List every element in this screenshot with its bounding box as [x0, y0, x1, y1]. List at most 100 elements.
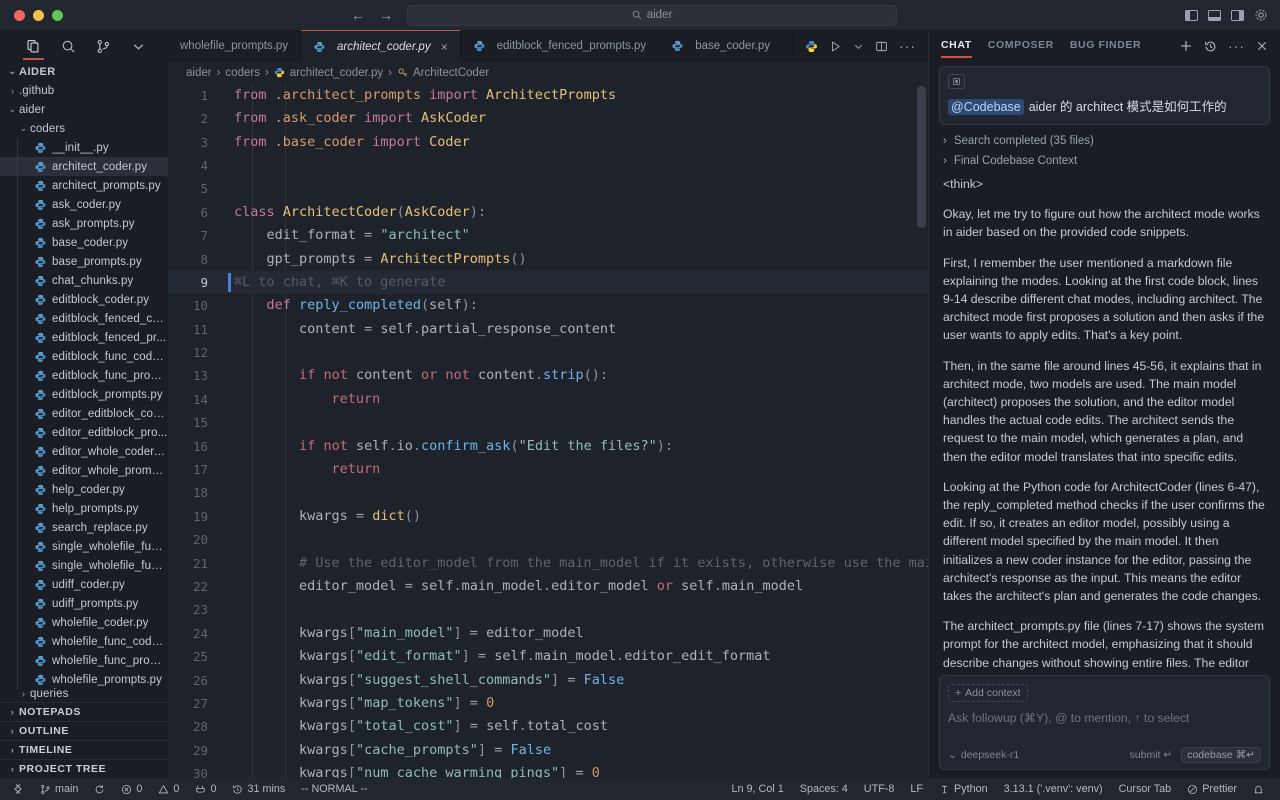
new-chat-icon[interactable]	[1179, 39, 1193, 53]
tree-file[interactable]: editor_whole_prompt...	[0, 461, 168, 480]
final-codebase-context-collapsible[interactable]: › Final Codebase Context	[929, 151, 1280, 171]
tree-file[interactable]: editor_whole_coder.py	[0, 442, 168, 461]
chevron-down-icon[interactable]: ⌄	[17, 123, 30, 134]
search-completed-collapsible[interactable]: › Search completed (35 files)	[929, 131, 1280, 151]
close-window-button[interactable]	[14, 9, 25, 21]
tab-composer[interactable]: COMPOSER	[988, 39, 1054, 53]
close-tab-icon[interactable]: ×	[441, 40, 448, 54]
tree-folder[interactable]: ⌄ coders	[0, 119, 168, 138]
status-item-lf[interactable]: LF	[902, 783, 931, 795]
code-line[interactable]: 6 class ArchitectCoder(AskCoder):	[168, 201, 928, 224]
gear-icon[interactable]	[1254, 8, 1268, 22]
tree-file[interactable]: single_wholefile_func...	[0, 537, 168, 556]
breadcrumb-item-2[interactable]: architect_coder.py	[290, 67, 383, 79]
code-line[interactable]: 4	[168, 154, 928, 177]
status-item-bell-icon[interactable]	[1245, 784, 1272, 795]
status-item-ln-9-col-1[interactable]: Ln 9, Col 1	[728, 783, 792, 795]
submit-button[interactable]: submit ↵	[1130, 749, 1173, 761]
activity-bar[interactable]	[0, 30, 168, 62]
status-item-3-13-1-venv-venv[interactable]: 3.13.1 ('.venv': venv)	[996, 783, 1111, 795]
status-item-branch-icon[interactable]: main	[32, 783, 86, 795]
code-line[interactable]: 11 content = self.partial_response_conte…	[168, 318, 928, 341]
tree-file[interactable]: architect_prompts.py	[0, 176, 168, 195]
status-item-sync-icon[interactable]	[86, 784, 113, 795]
context-chip-icon[interactable]	[948, 74, 965, 89]
chevron-down-icon[interactable]: ⌄	[6, 104, 19, 115]
status-bar[interactable]: main 0 0 0 31 mins -- NORMAL -- Ln 9, Col 1 Sp…	[0, 778, 1280, 800]
navigation-arrows[interactable]: ← →	[351, 8, 393, 22]
code-line[interactable]: 15	[168, 411, 928, 434]
code-editor[interactable]: 1 from .architect_prompts import Architec…	[168, 83, 928, 778]
code-line[interactable]: 1 from .architect_prompts import Architec…	[168, 84, 928, 107]
code-line[interactable]: 20	[168, 528, 928, 551]
scrollbar-thumb[interactable]	[917, 85, 926, 228]
toggle-secondary-sidebar-icon[interactable]	[1231, 9, 1244, 21]
model-selector[interactable]: ⌄ deepseek-r1	[948, 749, 1019, 761]
breadcrumb-item-1[interactable]: coders	[225, 67, 260, 79]
tab-bug-finder[interactable]: BUG FINDER	[1070, 39, 1141, 53]
tree-file[interactable]: editblock_coder.py	[0, 290, 168, 309]
code-line[interactable]: 24 kwargs["main_model"] = editor_model	[168, 622, 928, 645]
codebase-mention[interactable]: @Codebase	[948, 99, 1024, 115]
code-line[interactable]: 2 from .ask_coder import AskCoder	[168, 107, 928, 130]
breadcrumb-item-3[interactable]: ArchitectCoder	[413, 67, 489, 79]
window-controls[interactable]	[0, 9, 63, 21]
tree-file[interactable]: base_coder.py	[0, 233, 168, 252]
code-line[interactable]: 16 if not self.io.confirm_ask("Edit the …	[168, 435, 928, 458]
code-line[interactable]: 14 return	[168, 388, 928, 411]
tree-file[interactable]: editblock_func_prom...	[0, 366, 168, 385]
tree-file[interactable]: search_replace.py	[0, 518, 168, 537]
status-item-ports-icon[interactable]: 0	[187, 783, 224, 795]
search-icon[interactable]	[61, 39, 76, 54]
tree-file[interactable]: chat_chunks.py	[0, 271, 168, 290]
sidebar-panel-notepads[interactable]: › NOTEPADS	[0, 702, 168, 721]
sidebar-panel-timeline[interactable]: › TIMELINE	[0, 740, 168, 759]
tree-file[interactable]: help_coder.py	[0, 480, 168, 499]
tree-file[interactable]: wholefile_prompts.py	[0, 670, 168, 689]
tree-file[interactable]: editblock_fenced_pr...	[0, 328, 168, 347]
status-item-cursor-tab[interactable]: Cursor Tab	[1111, 783, 1180, 795]
tree-folder[interactable]: ⌄ aider	[0, 100, 168, 119]
editor-tab-editblock_fenced_prompts-py[interactable]: editblock_fenced_prompts.py	[461, 30, 660, 62]
composer-submit-group[interactable]: submit ↵ codebase ⌘↵	[1130, 747, 1261, 763]
editor-tab-architect_coder-py[interactable]: architect_coder.py ×	[301, 30, 461, 62]
tree-file[interactable]: architect_coder.py	[0, 157, 168, 176]
toggle-primary-sidebar-icon[interactable]	[1185, 9, 1198, 21]
status-item-normal[interactable]: -- NORMAL --	[293, 783, 375, 795]
close-icon[interactable]	[1256, 40, 1268, 52]
run-icon[interactable]	[829, 40, 842, 53]
code-line[interactable]: 25 kwargs["edit_format"] = self.main_mod…	[168, 645, 928, 668]
code-line[interactable]: 8 gpt_prompts = ArchitectPrompts()	[168, 248, 928, 271]
code-line[interactable]: 3 from .base_coder import Coder	[168, 131, 928, 154]
chevron-down-icon[interactable]	[131, 39, 146, 54]
explorer-icon[interactable]	[23, 39, 44, 60]
tree-file[interactable]: __init__.py	[0, 138, 168, 157]
layout-toggles[interactable]	[1185, 8, 1280, 22]
sidebar-panel-outline[interactable]: › OUTLINE	[0, 721, 168, 740]
sidebar-panel-project-tree[interactable]: › PROJECT TREE	[0, 759, 168, 778]
tree-file[interactable]: base_prompts.py	[0, 252, 168, 271]
status-item-spaces-4[interactable]: Spaces: 4	[792, 783, 856, 795]
code-line[interactable]: 13 if not content or not content.strip()…	[168, 364, 928, 387]
tree-file[interactable]: editblock_fenced_co...	[0, 309, 168, 328]
back-arrow-icon[interactable]: ←	[351, 8, 365, 22]
toggle-panel-icon[interactable]	[1208, 9, 1221, 21]
more-actions-icon[interactable]: ···	[899, 39, 916, 53]
chevron-down-icon[interactable]	[853, 41, 864, 52]
explorer-root[interactable]: ⌄ AIDER	[0, 62, 168, 81]
status-item-python-icon[interactable]: Python	[931, 783, 996, 795]
code-line[interactable]: 19 kwargs = dict()	[168, 505, 928, 528]
command-search-bar[interactable]: aider	[407, 4, 897, 26]
tab-chat[interactable]: CHAT	[941, 39, 972, 58]
code-line[interactable]: 5	[168, 177, 928, 200]
code-line[interactable]: 21 # Use the editor_model from the main_…	[168, 552, 928, 575]
forward-arrow-icon[interactable]: →	[379, 8, 393, 22]
tree-folder[interactable]: › .github	[0, 81, 168, 100]
minimize-window-button[interactable]	[33, 9, 44, 21]
maximize-window-button[interactable]	[52, 9, 63, 21]
tree-file[interactable]: udiff_prompts.py	[0, 594, 168, 613]
editor-tab-actions[interactable]: ···	[792, 30, 928, 62]
code-line[interactable]: 27 kwargs["map_tokens"] = 0	[168, 692, 928, 715]
code-line[interactable]: 23	[168, 598, 928, 621]
chat-composer[interactable]: + Add context Ask followup (⌘Y), @ to me…	[939, 675, 1270, 770]
